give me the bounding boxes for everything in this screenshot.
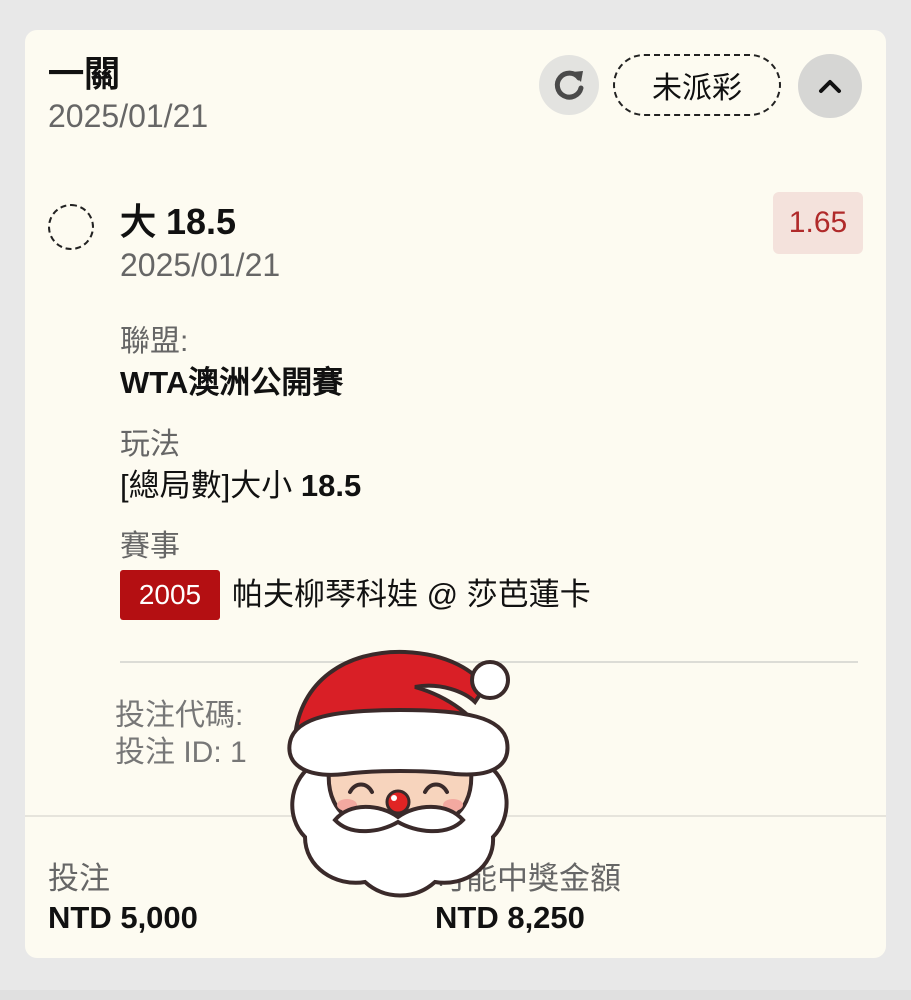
selection-name: 大 18.5 [120,201,237,242]
bet-code-label: 投注代碼: [115,699,244,732]
refresh-icon [554,70,584,100]
selection-radio[interactable] [48,204,94,250]
stake-label: 投注 [48,861,110,896]
chevron-up-icon [819,80,841,93]
league-label: 聯盟: [120,325,189,358]
bet-date: 2025/01/21 [48,98,209,134]
market-value: [總局數]大小 18.5 [120,466,361,506]
payout-value: NTD 8,250 [435,900,585,935]
market-line: 18.5 [300,468,362,503]
santa-sticker [287,649,510,898]
stake-value: NTD 5,000 [48,900,198,935]
refresh-button[interactable] [539,55,599,115]
event-id-badge: 2005 [120,570,220,620]
bet-slip-screen: 一關 2025/01/21 未派彩 大 18.5 2025/01/21 1.65… [0,0,911,1000]
bottom-strip [0,990,911,1000]
bet-type-title: 一關 [48,53,121,94]
league-value: WTA澳洲公開賽 [120,363,343,403]
league-value-text: WTA澳洲公開賽 [120,365,344,400]
market-label: 玩法 [120,428,180,461]
odds-badge: 1.65 [773,192,863,254]
market-value-text: [總局數]大小 [120,468,301,503]
bet-id-label: 投注 ID: 1 [115,736,247,769]
bet-card: 一關 2025/01/21 未派彩 大 18.5 2025/01/21 1.65… [25,30,886,958]
status-badge: 未派彩 [613,54,781,116]
event-name: 帕夫柳琴科娃 @ 莎芭蓮卡 [232,577,591,612]
collapse-button[interactable] [798,54,862,118]
event-label: 賽事 [120,530,180,563]
selection-date: 2025/01/21 [120,247,281,283]
